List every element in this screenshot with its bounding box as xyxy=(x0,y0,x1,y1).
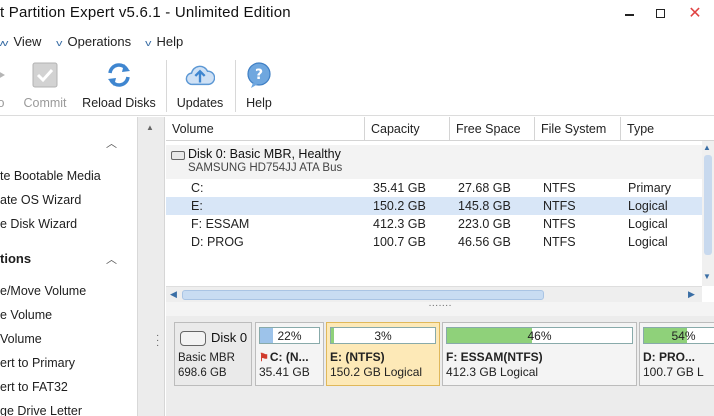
hard-disk-icon xyxy=(171,151,185,160)
help-icon: ? xyxy=(244,60,274,90)
table-row[interactable]: D: PROG 100.7 GB 46.56 GB NTFS Logical xyxy=(166,233,702,251)
usage-bar: 22% xyxy=(259,327,320,344)
disk-map: Disk 0 Basic MBR 698.6 GB 22% ⚑C: (N... … xyxy=(166,316,714,416)
scroll-right-icon[interactable]: ▶ xyxy=(688,289,695,300)
reload-icon xyxy=(104,60,134,90)
sidebar-item-resize-move[interactable]: e/Move Volume xyxy=(0,284,86,298)
chevron-down-icon: v xyxy=(145,38,152,48)
chevron-down-icon: v xyxy=(2,38,9,48)
disk-map-disk-size: 698.6 GB xyxy=(178,367,227,379)
updates-button[interactable]: Updates xyxy=(174,60,226,114)
sidebar-item-migrate-os[interactable]: ate OS Wizard xyxy=(0,193,81,207)
sidebar-item-convert-primary[interactable]: ert to Primary xyxy=(0,356,75,370)
column-header-free-space[interactable]: Free Space xyxy=(450,117,535,141)
disk-map-disk-name: Disk 0 xyxy=(211,330,248,345)
menu-item-operations[interactable]: v Operations xyxy=(56,34,131,49)
sidebar-item-delete-volume[interactable]: Volume xyxy=(0,332,42,346)
menu-bar: v vView vOperations vHelp xyxy=(0,28,714,54)
disk-title: Disk 0: Basic MBR, Healthy xyxy=(188,147,341,161)
maximize-button[interactable] xyxy=(645,0,675,26)
commit-icon xyxy=(30,60,60,90)
usage-bar: 3% xyxy=(330,327,436,344)
minimize-button[interactable] xyxy=(614,0,644,26)
scroll-up-icon[interactable]: ▲ xyxy=(146,123,154,132)
disk-map-disk[interactable]: Disk 0 Basic MBR 698.6 GB xyxy=(174,322,252,386)
volume-list: Volume Capacity Free Space File System T… xyxy=(166,117,714,302)
help-button[interactable]: ? Help xyxy=(242,60,276,114)
vertical-splitter-grip[interactable]: · · · xyxy=(156,331,160,351)
disk-map-partition-e[interactable]: 3% E: (NTFS) 150.2 GB Logical xyxy=(326,322,440,386)
disk-group-row[interactable]: Disk 0: Basic MBR, Healthy SAMSUNG HD754… xyxy=(166,145,702,179)
disk-map-partition-f[interactable]: 46% F: ESSAM(NTFS) 412.3 GB Logical xyxy=(442,322,637,386)
chevron-up-icon[interactable]: ︿ xyxy=(106,135,117,151)
maximize-icon xyxy=(655,8,665,18)
disk-map-partition-d[interactable]: 54% D: PRO... 100.7 GB L xyxy=(639,322,714,386)
disk-model: SAMSUNG HD754JJ ATA Bus xyxy=(188,162,343,174)
scroll-up-icon[interactable]: ▲ xyxy=(703,143,711,152)
scrollbar-thumb[interactable] xyxy=(182,290,544,300)
toolbar-divider xyxy=(235,60,236,112)
menu-item-help[interactable]: v Help xyxy=(145,34,183,49)
list-vertical-scrollbar[interactable]: ▲ ▼ xyxy=(702,141,714,286)
scrollbar-thumb[interactable] xyxy=(704,155,712,255)
table-row-selected[interactable]: E: 150.2 GB 145.8 GB NTFS Logical xyxy=(166,197,702,215)
usage-bar: 54% xyxy=(643,327,714,344)
operations-sidebar: ︿ te Bootable Media ate OS Wizard e Disk… xyxy=(0,117,138,416)
table-row[interactable]: F: ESSAM 412.3 GB 223.0 GB NTFS Logical xyxy=(166,215,702,233)
reload-disks-button[interactable]: Reload Disks xyxy=(80,60,158,114)
scroll-down-icon[interactable]: ▼ xyxy=(703,272,711,281)
usage-bar: 46% xyxy=(446,327,633,344)
disk-map-partition-c[interactable]: 22% ⚑C: (N... 35.41 GB xyxy=(255,322,324,386)
close-icon: ✕ xyxy=(688,5,702,22)
svg-text:?: ? xyxy=(255,67,263,83)
title-bar: t Partition Expert v5.6.1 - Unlimited Ed… xyxy=(0,0,714,28)
toolbar-divider xyxy=(166,60,167,112)
sidebar-item-copy-disk[interactable]: e Disk Wizard xyxy=(0,217,77,231)
close-button[interactable]: ✕ xyxy=(676,0,714,26)
scroll-left-icon[interactable]: ◀ xyxy=(170,289,177,300)
chevron-up-icon[interactable]: ︿ xyxy=(106,251,117,267)
table-row[interactable]: C: 35.41 GB 27.68 GB NTFS Primary xyxy=(166,179,702,197)
commit-button[interactable]: Commit xyxy=(20,60,70,114)
column-header-volume[interactable]: Volume xyxy=(166,117,365,141)
sidebar-item-convert-fat32[interactable]: ert to FAT32 xyxy=(0,380,68,394)
boot-flag-icon: ⚑ xyxy=(259,352,269,364)
undo-button[interactable]: o xyxy=(0,60,16,114)
column-header-type[interactable]: Type xyxy=(621,117,714,141)
window-title: t Partition Expert v5.6.1 - Unlimited Ed… xyxy=(0,4,291,21)
disk-map-disk-type: Basic MBR xyxy=(178,352,235,364)
sidebar-item-bootable-media[interactable]: te Bootable Media xyxy=(0,169,101,183)
sidebar-item-change-drive-letter[interactable]: ge Drive Letter xyxy=(0,404,82,416)
sidebar-item-copy-volume[interactable]: e Volume xyxy=(0,308,52,322)
hard-disk-icon xyxy=(180,331,206,346)
cloud-upload-icon xyxy=(185,60,215,90)
horizontal-splitter-grip[interactable]: ······· xyxy=(166,301,714,316)
menu-item-view[interactable]: v View xyxy=(2,34,41,49)
chevron-down-icon: v xyxy=(56,38,63,48)
toolbar: o Commit Reload Disks Updates ? Help xyxy=(0,54,714,116)
undo-icon xyxy=(0,60,16,90)
column-header-file-system[interactable]: File System xyxy=(535,117,621,141)
sidebar-section-operations: tions xyxy=(0,251,32,266)
minimize-icon xyxy=(624,14,634,16)
column-header-capacity[interactable]: Capacity xyxy=(365,117,450,141)
sidebar-scrollbar[interactable]: ▲ xyxy=(138,117,165,416)
